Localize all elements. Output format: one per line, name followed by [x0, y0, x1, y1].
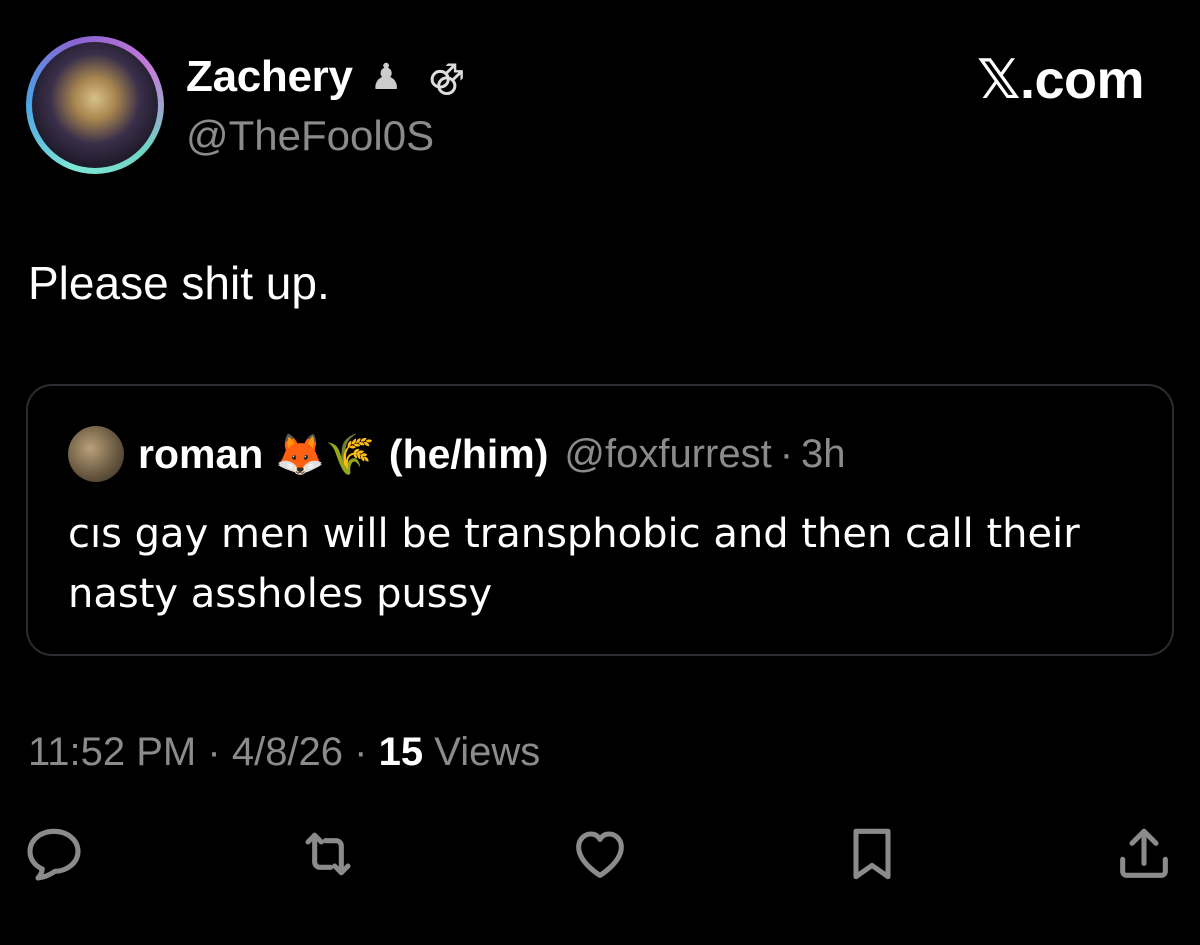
retweet-button[interactable] [296, 822, 360, 886]
brand-logo: 𝕏.com [976, 50, 1145, 110]
gender-symbol-emoji: ⚣ [428, 58, 466, 96]
bookmark-button[interactable] [840, 822, 904, 886]
quoted-author-avatar[interactable] [68, 426, 124, 482]
author-name[interactable]: Zachery [186, 52, 353, 102]
author-avatar-image [32, 42, 158, 168]
tweet-date[interactable]: 4/8/26 [232, 730, 343, 774]
action-bar [0, 822, 1200, 892]
share-button[interactable] [1112, 822, 1176, 886]
reply-icon [27, 828, 81, 881]
tweet-text: Please shit up. [28, 257, 330, 309]
quoted-author-handle[interactable]: @foxfurrest [564, 432, 771, 477]
bookmark-icon [853, 828, 891, 880]
reply-button[interactable] [22, 822, 86, 886]
dot-separator: · [354, 730, 368, 774]
tweet-meta: 11:52 PM · 4/8/26 · 15 Views [28, 730, 540, 775]
dot-separator: · [207, 730, 221, 774]
quoted-author-pronouns: (he/him) [388, 430, 549, 477]
quoted-tweet-header: roman 🦊🌾 (he/him) @foxfurrest · 3h [138, 424, 846, 484]
views-count: 15 [378, 730, 424, 774]
quoted-tweet-time[interactable]: 3h [801, 432, 846, 477]
tweet-time[interactable]: 11:52 PM [28, 730, 196, 774]
dot-separator: · [779, 431, 794, 476]
pawn-emoji: ♟ [370, 56, 403, 97]
quoted-author-name[interactable]: roman [138, 431, 263, 478]
views-label: Views [434, 730, 541, 774]
retweet-icon [305, 832, 351, 876]
share-icon [1120, 828, 1168, 878]
like-icon [576, 831, 624, 878]
fox-wheat-emoji: 🦊🌾 [275, 432, 375, 477]
author-avatar[interactable] [26, 36, 164, 174]
quoted-tweet-card[interactable]: roman 🦊🌾 (he/him) @foxfurrest · 3h cıs g… [26, 384, 1174, 656]
like-button[interactable] [568, 822, 632, 886]
quoted-tweet-text: cıs gay men will be transphobic and then… [68, 511, 1080, 617]
author-handle[interactable]: @TheFool0S [186, 112, 434, 160]
